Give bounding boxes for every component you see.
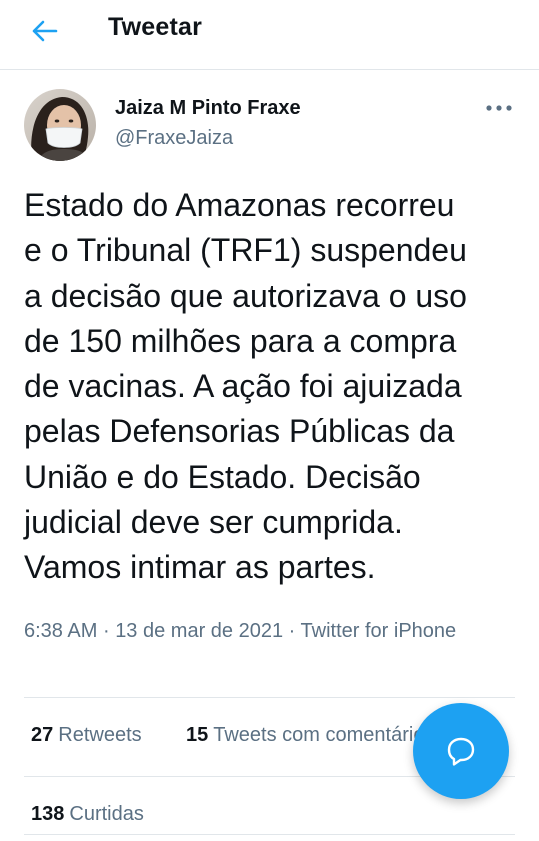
- avatar-photo: [24, 89, 96, 161]
- likes-count: 138: [31, 803, 65, 825]
- quote-tweets-stat[interactable]: 15 Tweets com comentário: [186, 724, 424, 747]
- quote-tweets-label: Tweets com comentário: [213, 724, 424, 746]
- more-options-button[interactable]: [481, 96, 517, 120]
- divider: [24, 697, 515, 698]
- retweets-stat[interactable]: 27 Retweets: [31, 724, 142, 747]
- arrow-left-icon: [32, 20, 58, 42]
- reply-bubble-icon: [447, 737, 475, 766]
- page-title: Tweetar: [108, 13, 203, 41]
- meta-separator: ·: [102, 620, 110, 642]
- top-bar: Tweetar: [0, 0, 539, 70]
- retweets-count: 27: [31, 724, 54, 746]
- back-button[interactable]: [28, 14, 62, 48]
- stats-row: 27 Retweets 15 Tweets com comentário: [24, 724, 424, 754]
- author-name[interactable]: Jaiza M Pinto Fraxe: [115, 97, 301, 120]
- likes-stat[interactable]: 138 Curtidas: [31, 803, 144, 826]
- reply-fab-button[interactable]: [413, 703, 509, 799]
- avatar[interactable]: [24, 89, 96, 161]
- quote-tweets-count: 15: [186, 724, 209, 746]
- tweet-meta: 6:38 AM · 13 de mar de 2021 · Twitter fo…: [24, 616, 464, 646]
- tweet-time: 6:38 AM: [24, 620, 98, 642]
- likes-label: Curtidas: [69, 803, 144, 825]
- tweet-date: 13 de mar de 2021: [115, 620, 284, 642]
- divider: [24, 834, 515, 835]
- tweet-source-link[interactable]: Twitter for iPhone: [301, 620, 457, 642]
- tweet-text: Estado do Amazonas recorreu e o Tribunal…: [24, 187, 467, 586]
- meta-separator: ·: [288, 620, 296, 642]
- more-horizontal-icon: [486, 105, 512, 111]
- retweets-label: Retweets: [58, 724, 142, 746]
- author-handle[interactable]: @FraxeJaiza: [115, 127, 233, 150]
